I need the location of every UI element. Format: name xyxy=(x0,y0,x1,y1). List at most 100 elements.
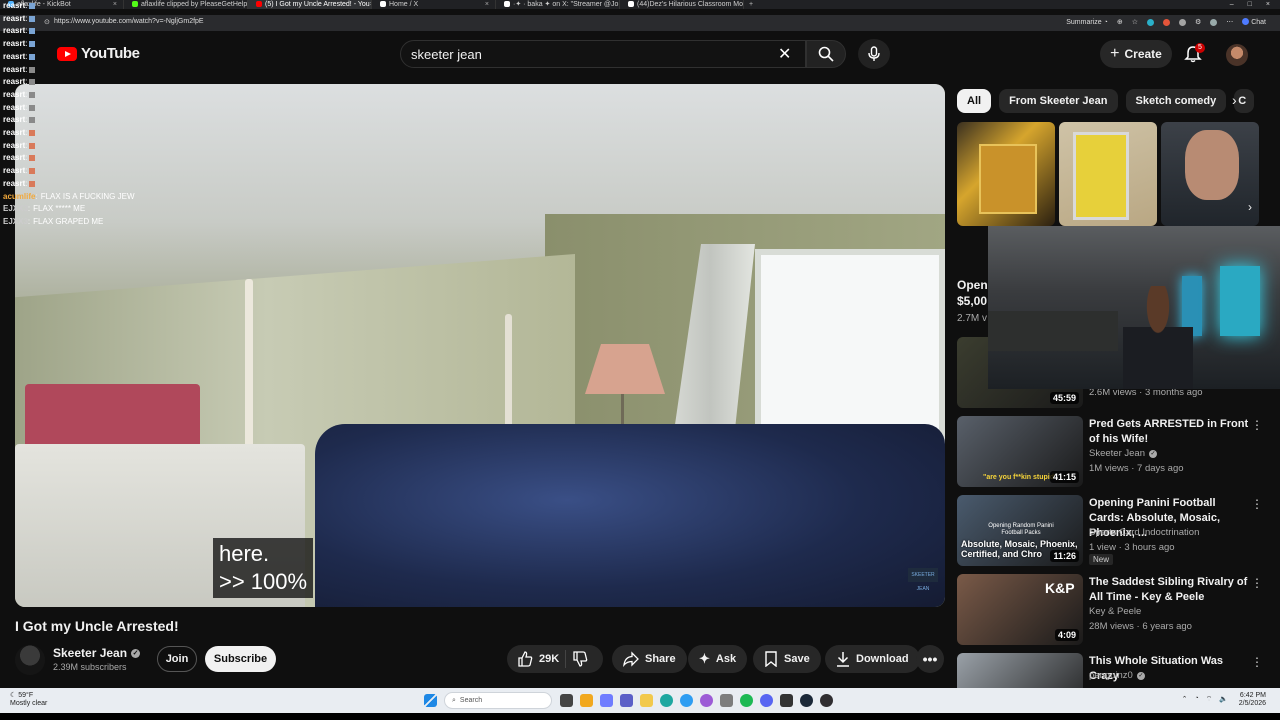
browser-tab[interactable]: Home / X × xyxy=(372,0,496,9)
menu-icon[interactable]: ⋯ xyxy=(1226,18,1233,26)
chrome-icon[interactable] xyxy=(680,694,693,707)
network-icon[interactable]: ◔ xyxy=(1194,695,1198,704)
subscribe-button[interactable]: Subscribe xyxy=(205,646,276,672)
video-thumbnail[interactable]: K&P 4:09 xyxy=(957,574,1083,645)
widgets-icon[interactable] xyxy=(580,694,593,707)
app-icon[interactable] xyxy=(780,694,793,707)
chat-username: acumlife xyxy=(3,191,36,201)
more-vertical-icon[interactable]: ⋮ xyxy=(1251,418,1263,432)
chat-button[interactable]: Chat xyxy=(1242,18,1266,26)
channel-avatar[interactable] xyxy=(15,645,45,675)
teams-icon[interactable] xyxy=(620,694,633,707)
chevron-right-icon[interactable]: › xyxy=(1248,200,1252,214)
card-slab-image xyxy=(1073,132,1129,220)
tab-close-icon[interactable]: × xyxy=(485,0,489,9)
summarize-button[interactable]: Summarize ◔ xyxy=(1066,19,1108,26)
tab-label-wrap: (5) I Got my Uncle Arrested! - You xyxy=(256,0,370,9)
browser-tab[interactable]: ·✦ · baka ✦ on X: "Streamer @Jo× xyxy=(496,0,620,9)
channel-name-link[interactable]: Skeeter Jean ✓ xyxy=(53,646,141,660)
settings-icon[interactable]: ⚙ xyxy=(1195,18,1201,26)
chat-colon: : xyxy=(25,178,28,188)
more-vertical-icon[interactable]: ⋮ xyxy=(1251,655,1263,669)
video-thumbnail[interactable]: "are you f**kin stupid" 41:15 xyxy=(957,416,1083,487)
recommended-video[interactable]: Opening Random Panini Football Packs Abso… xyxy=(957,495,1267,567)
system-tray: ⌃ ◔ ⌔ 🔈 xyxy=(1182,695,1228,704)
screen-bottom-edge xyxy=(0,713,1280,720)
channel-name[interactable]: Skeeter Jean ✓ xyxy=(1089,448,1157,459)
obs-icon[interactable] xyxy=(820,694,833,707)
chat-colon: : xyxy=(27,216,31,226)
share-button[interactable]: Share xyxy=(612,645,687,673)
chevron-right-icon[interactable]: › xyxy=(1232,92,1237,108)
app-icon[interactable] xyxy=(720,694,733,707)
account-avatar[interactable] xyxy=(1226,44,1248,66)
close-window-icon[interactable]: × xyxy=(1266,0,1270,9)
video-meta: 1 view · 3 hours ago xyxy=(1089,542,1175,553)
channel-name[interactable]: Sports Card Indoctrination xyxy=(1089,527,1199,538)
wifi-icon[interactable]: ⌔ xyxy=(1206,695,1213,704)
save-button[interactable]: Save xyxy=(753,645,821,673)
file-explorer-icon[interactable] xyxy=(640,694,653,707)
zoom-icon[interactable]: ⊕ xyxy=(1117,18,1123,26)
search-button[interactable] xyxy=(806,40,846,68)
steam-icon[interactable] xyxy=(800,694,813,707)
weather-widget[interactable]: ☾ 59°F Mostly clear xyxy=(10,692,47,708)
like-button[interactable]: 29K xyxy=(517,651,559,667)
shelf-thumbnail[interactable] xyxy=(957,122,1055,226)
taskbar-clock[interactable]: 6:42 PM 2/5/2026 xyxy=(1239,692,1266,708)
browser-tab[interactable]: (44)Dez's Hilarious Classroom Mo× xyxy=(620,0,744,9)
share-icon xyxy=(623,651,639,667)
chat-colon: : xyxy=(25,166,28,176)
search-input[interactable]: skeeter jean xyxy=(400,40,806,68)
more-vertical-icon[interactable]: ⋮ xyxy=(1251,576,1263,590)
extension-icon[interactable] xyxy=(1162,18,1170,26)
volume-icon[interactable]: 🔈 xyxy=(1219,695,1228,704)
chevron-up-icon[interactable]: ⌃ xyxy=(1182,695,1188,704)
new-tab-button[interactable]: + xyxy=(744,0,758,9)
filter-chip[interactable]: Sketch comedy xyxy=(1125,89,1227,113)
download-button[interactable]: Download xyxy=(825,645,920,673)
taskbar-search[interactable]: ⌕ Search xyxy=(444,692,552,709)
shelf-title-line: $5,00 xyxy=(957,294,988,308)
browser-tab[interactable]: (5) I Got my Uncle Arrested! - You× xyxy=(248,0,372,9)
extension-icon[interactable] xyxy=(1146,18,1154,26)
minimize-icon[interactable]: – xyxy=(1230,0,1234,9)
task-view-icon[interactable] xyxy=(560,694,573,707)
shelf-thumbnail[interactable] xyxy=(1161,122,1259,226)
window-controls: – □ × xyxy=(1230,0,1280,9)
weather-temp: 59°F xyxy=(18,692,34,699)
filter-chip[interactable]: From Skeeter Jean xyxy=(999,89,1118,113)
chat-username: reasrt xyxy=(3,178,26,188)
chat-username: reasrt xyxy=(3,115,26,125)
more-vertical-icon[interactable]: ⋮ xyxy=(1251,497,1263,511)
channel-name[interactable]: Key & Peele xyxy=(1089,606,1141,617)
shelf-thumbnail[interactable] xyxy=(1059,122,1157,226)
discord-icon[interactable] xyxy=(760,694,773,707)
maximize-icon[interactable]: □ xyxy=(1248,0,1252,9)
ask-button[interactable]: ✦ Ask xyxy=(688,645,748,673)
edge-icon[interactable] xyxy=(660,694,673,707)
filter-chip[interactable]: All xyxy=(957,89,992,113)
recommended-video[interactable]: "are you f**kin stupid" 41:15 Pred Gets AR… xyxy=(957,416,1267,488)
channel-watermark[interactable]: SKEETER JEAN xyxy=(908,568,938,592)
join-button[interactable]: Join xyxy=(157,646,197,672)
copilot-icon[interactable] xyxy=(600,694,613,707)
spotify-icon[interactable] xyxy=(740,694,753,707)
thumbs-down-icon[interactable] xyxy=(572,651,588,667)
windows-start-icon[interactable] xyxy=(424,694,437,707)
chat-message: reasrt: xyxy=(3,76,203,89)
clear-search-icon[interactable]: ✕ xyxy=(778,44,791,64)
app-icon[interactable] xyxy=(700,694,713,707)
bookmark-icon xyxy=(765,651,777,667)
profile-icon[interactable] xyxy=(1210,18,1218,26)
extension-icon[interactable] xyxy=(1178,18,1186,26)
channel-name[interactable]: penguinz0 ✓ xyxy=(1089,670,1145,681)
card-box-image xyxy=(979,144,1037,214)
more-actions-button[interactable]: ••• xyxy=(916,645,944,673)
bookmark-icon[interactable]: ☆ xyxy=(1132,18,1138,26)
recommended-video[interactable]: K&P 4:09 The Saddest Sibling Rivalry of Al… xyxy=(957,574,1267,646)
filter-chip[interactable]: C xyxy=(1234,89,1255,113)
voice-search-button[interactable] xyxy=(858,39,890,69)
create-button[interactable]: + Create xyxy=(1100,40,1172,68)
video-thumbnail[interactable]: Opening Random Panini Football Packs Abso… xyxy=(957,495,1083,566)
